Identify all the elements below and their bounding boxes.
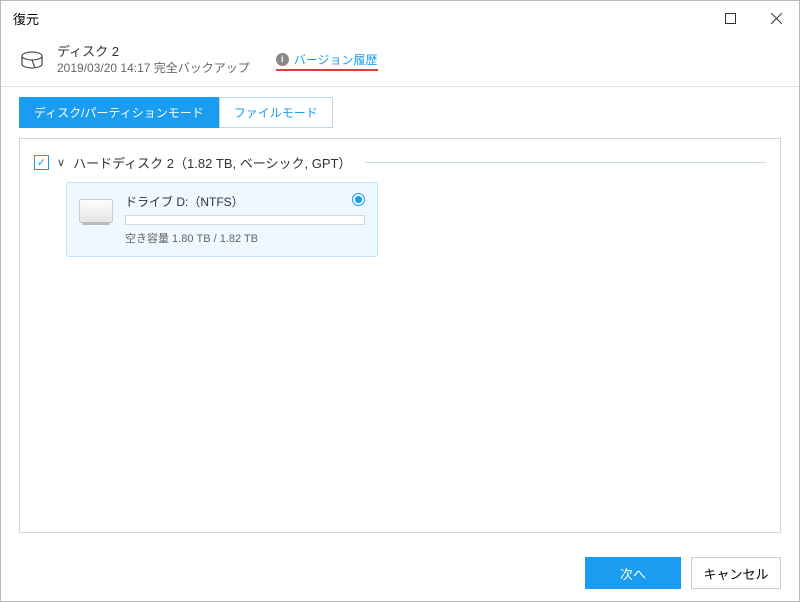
maximize-icon (725, 13, 736, 24)
tab-disk-partition-mode[interactable]: ディスク/パーティションモード (19, 97, 219, 128)
titlebar: 復元 (1, 1, 799, 35)
drive-radio[interactable] (352, 193, 365, 206)
drive-usage-bar (125, 215, 365, 225)
content-panel: ✓ ∨ ハードディスク 2（1.82 TB, ベーシック, GPT） ドライブ … (19, 138, 781, 533)
mode-tabs: ディスク/パーティションモード ファイルモード (1, 87, 799, 138)
header-disk-title: ディスク 2 (57, 44, 250, 61)
maximize-button[interactable] (707, 1, 753, 35)
header-backup-meta: 2019/03/20 14:17 完全バックアップ (57, 61, 250, 77)
info-icon: i (276, 53, 289, 66)
disk-separator (365, 162, 766, 163)
version-history-link[interactable]: i バージョン履歴 (276, 51, 378, 71)
drive-space: 空き容量 1.80 TB / 1.82 TB (125, 230, 365, 246)
disk-checkbox[interactable]: ✓ (34, 155, 49, 170)
chevron-down-icon[interactable]: ∨ (57, 156, 65, 169)
tab-file-mode[interactable]: ファイルモード (219, 97, 333, 128)
header: ディスク 2 2019/03/20 14:17 完全バックアップ i バージョン… (1, 35, 799, 87)
window-controls (707, 1, 799, 35)
cancel-button[interactable]: キャンセル (691, 557, 781, 589)
drive-icon (79, 199, 113, 223)
disk-icon (19, 48, 45, 74)
version-history-label: バージョン履歴 (294, 51, 378, 68)
header-text: ディスク 2 2019/03/20 14:17 完全バックアップ (57, 44, 250, 76)
drive-card[interactable]: ドライブ D:（NTFS） 空き容量 1.80 TB / 1.82 TB (66, 182, 378, 257)
window-title: 復元 (13, 9, 707, 28)
drive-info: ドライブ D:（NTFS） 空き容量 1.80 TB / 1.82 TB (125, 193, 365, 246)
footer: 次へ キャンセル (1, 545, 799, 601)
close-button[interactable] (753, 1, 799, 35)
disk-label: ハードディスク 2（1.82 TB, ベーシック, GPT） (73, 153, 351, 172)
next-button[interactable]: 次へ (585, 557, 681, 589)
drive-name: ドライブ D:（NTFS） (125, 193, 365, 210)
radio-selected-icon (355, 196, 362, 203)
close-icon (771, 13, 782, 24)
disk-row[interactable]: ✓ ∨ ハードディスク 2（1.82 TB, ベーシック, GPT） (34, 153, 766, 172)
